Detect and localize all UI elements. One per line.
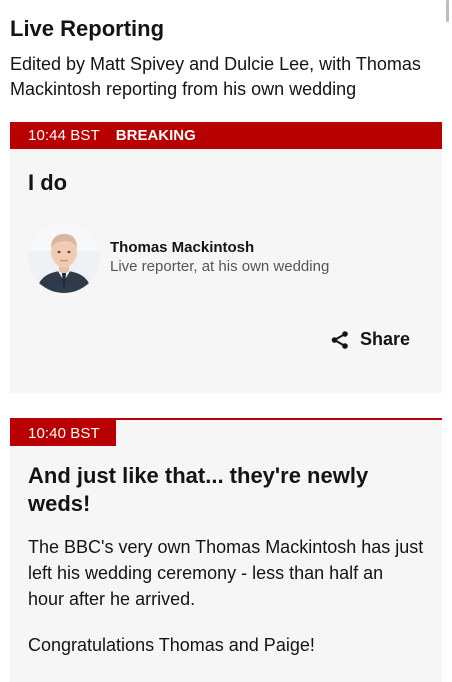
post-time: 10:44 BST [28, 127, 100, 144]
share-label: Share [359, 329, 410, 349]
live-post: 10:40 BST And just like that... they're … [10, 418, 442, 682]
scroll-indicator[interactable] [446, 0, 449, 22]
post-time: 10:40 BST [28, 424, 100, 442]
post-tag-bar: 10:40 BST [10, 420, 116, 446]
avatar [28, 221, 100, 293]
post-paragraph: The BBC's very own Thomas Mackintosh has… [28, 537, 424, 609]
avatar-portrait-icon [28, 221, 100, 293]
live-post-breaking: 10:44 BST BREAKING I do Thomas Mackintos… [10, 122, 442, 393]
author-card: Thomas Mackintosh Live reporter, at his … [28, 221, 329, 293]
share-icon [331, 330, 348, 349]
post-headline: I do [28, 170, 68, 195]
post-tag-bar: 10:44 BST BREAKING [10, 122, 442, 149]
author-role: Live reporter, at his own wedding [110, 257, 330, 275]
live-reporting-header: Live Reporting Edited by Matt Spivey and… [10, 14, 442, 102]
author-name: Thomas Mackintosh [110, 238, 255, 256]
post-headline: And just like that... they're newly weds… [28, 463, 369, 516]
page-title: Live Reporting [10, 16, 165, 41]
editors-line: Edited by Matt Spivey and Dulcie Lee, wi… [10, 54, 421, 99]
breaking-badge: BREAKING [115, 127, 196, 144]
share-button[interactable]: Share [330, 329, 410, 350]
post-paragraph: Congratulations Thomas and Paige! [28, 635, 315, 655]
